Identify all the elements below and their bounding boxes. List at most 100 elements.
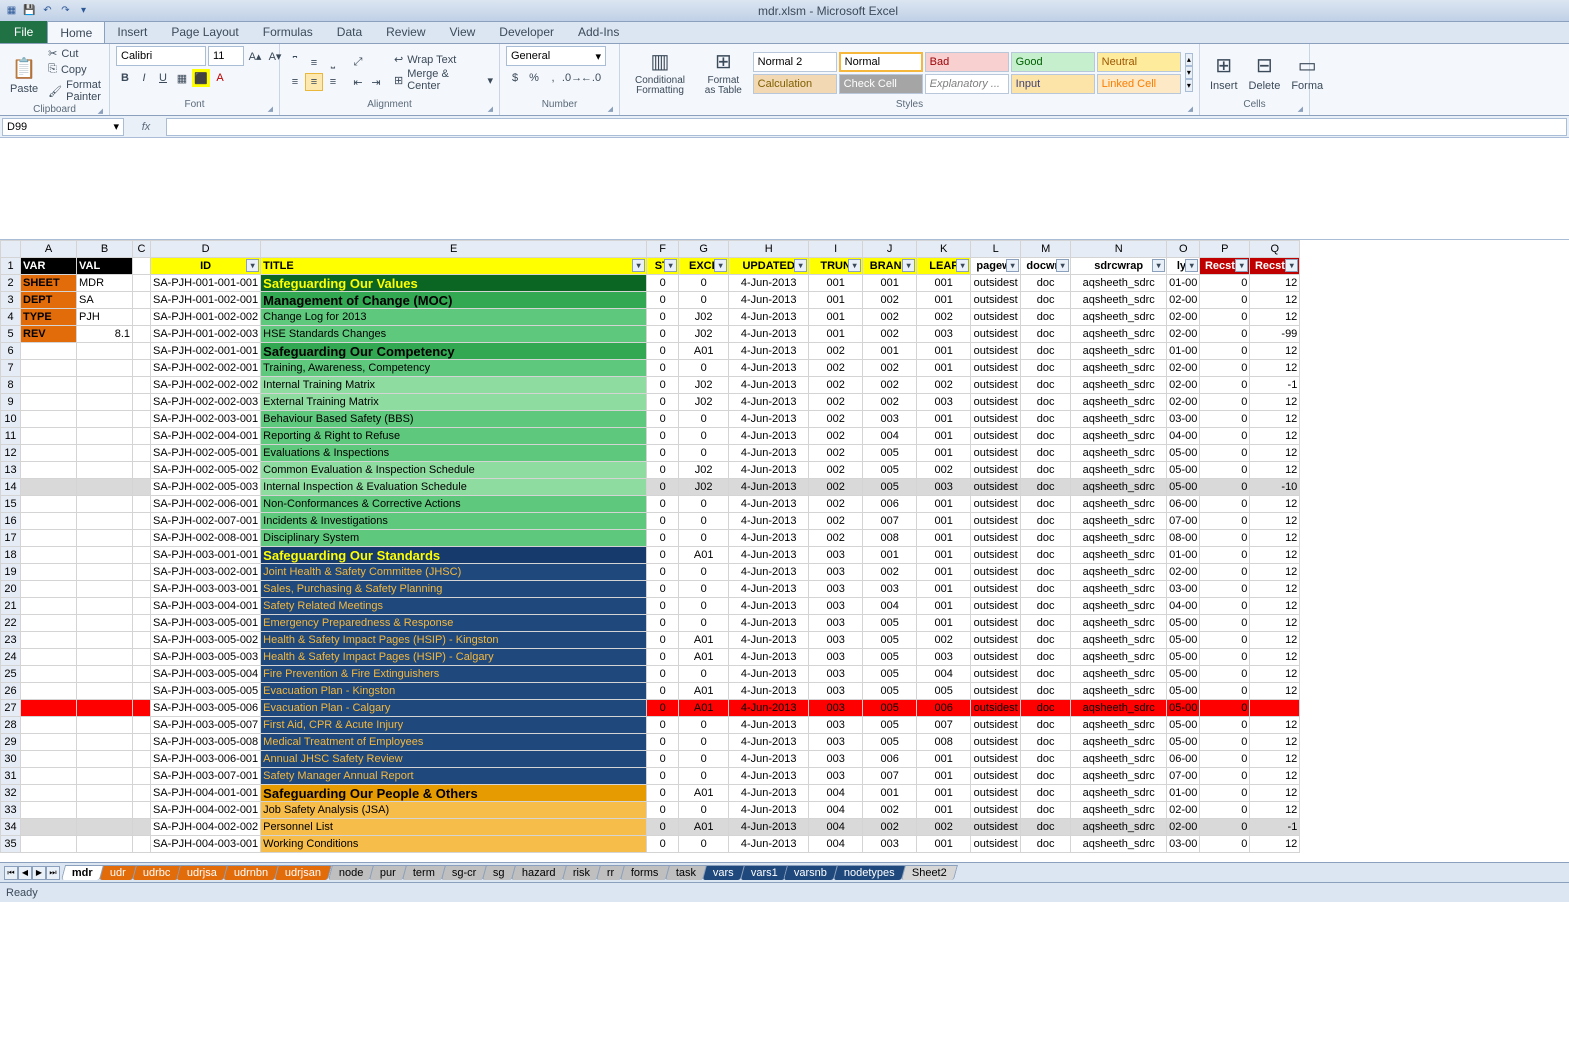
cell[interactable] [77,768,133,785]
cell[interactable]: 12 [1250,649,1300,666]
cell[interactable]: A01 [679,785,729,802]
cell[interactable] [21,360,77,377]
cell[interactable] [1250,700,1300,717]
cell[interactable]: 0 [1200,598,1250,615]
fx-icon[interactable]: fx [142,121,151,133]
cell[interactable]: 12 [1250,564,1300,581]
cell[interactable]: 002 [917,309,971,326]
cell[interactable] [133,343,151,360]
cell[interactable]: 001 [809,309,863,326]
cell[interactable]: doc [1021,394,1071,411]
cell[interactable]: A01 [679,700,729,717]
cell[interactable]: 0 [647,700,679,717]
cell[interactable]: Reporting & Right to Refuse [261,428,647,445]
cell[interactable] [77,496,133,513]
cell[interactable]: 0 [1200,581,1250,598]
cell[interactable] [77,360,133,377]
cell[interactable]: SA-PJH-003-005-002 [151,632,261,649]
cell[interactable]: 001 [863,343,917,360]
cell[interactable]: 001 [917,428,971,445]
cell[interactable] [133,751,151,768]
cell[interactable]: 0 [679,530,729,547]
cell[interactable]: 12 [1250,598,1300,615]
cell[interactable]: aqsheeth_sdrc [1071,836,1167,853]
style-input[interactable]: Input [1011,74,1095,94]
cell[interactable]: 05-00 [1167,666,1200,683]
cell[interactable]: 0 [647,428,679,445]
cell[interactable] [77,411,133,428]
cell[interactable] [77,785,133,802]
cell[interactable]: SA-PJH-003-004-001 [151,598,261,615]
cell[interactable]: Training, Awareness, Competency [261,360,647,377]
cell[interactable]: outsidest [971,734,1021,751]
cell[interactable]: 4-Jun-2013 [729,479,809,496]
cell[interactable]: SA [77,292,133,309]
cell[interactable]: 004 [863,598,917,615]
cell[interactable]: 004 [917,666,971,683]
cell[interactable]: 001 [917,496,971,513]
cell[interactable] [77,836,133,853]
cell[interactable]: SA-PJH-004-001-001 [151,785,261,802]
cell[interactable] [77,802,133,819]
cell[interactable]: 0 [1200,428,1250,445]
format-button[interactable]: ▭Forma [1287,51,1327,94]
cell[interactable]: outsidest [971,768,1021,785]
cell[interactable]: 8.1 [77,326,133,343]
cell[interactable]: Safeguarding Our Values [261,275,647,292]
cell[interactable]: 04-00 [1167,598,1200,615]
cell[interactable]: SA-PJH-003-005-003 [151,649,261,666]
col-header-F[interactable]: F [647,241,679,258]
filter-header[interactable]: EXCL▾ [679,258,729,275]
cell[interactable]: aqsheeth_sdrc [1071,326,1167,343]
cell[interactable]: 0 [647,785,679,802]
cell[interactable]: aqsheeth_sdrc [1071,377,1167,394]
cell[interactable]: doc [1021,819,1071,836]
cell[interactable]: 003 [917,649,971,666]
cell[interactable]: -99 [1250,326,1300,343]
cell[interactable]: 0 [647,564,679,581]
col-header-H[interactable]: H [729,241,809,258]
cell[interactable]: 0 [679,411,729,428]
conditional-formatting-button[interactable]: ▥Conditional Formatting [626,47,694,98]
cell[interactable]: 0 [1200,462,1250,479]
cell[interactable]: 0 [1200,785,1250,802]
cell[interactable] [133,292,151,309]
cell[interactable]: 001 [863,785,917,802]
cell[interactable]: 0 [679,751,729,768]
cell[interactable]: 002 [917,819,971,836]
align-top-button[interactable]: ⎴ [286,54,304,72]
cell[interactable]: 12 [1250,496,1300,513]
cell[interactable]: 001 [917,292,971,309]
cell[interactable] [21,462,77,479]
cell[interactable]: 0 [1200,819,1250,836]
cell[interactable]: outsidest [971,530,1021,547]
cell[interactable]: 0 [679,802,729,819]
cell[interactable]: 003 [809,734,863,751]
cell[interactable]: 002 [809,479,863,496]
cell[interactable] [133,666,151,683]
cell[interactable]: aqsheeth_sdrc [1071,581,1167,598]
cell[interactable] [21,445,77,462]
cell[interactable]: SHEET [21,275,77,292]
cell[interactable] [133,326,151,343]
cell[interactable]: aqsheeth_sdrc [1071,275,1167,292]
cell[interactable]: outsidest [971,819,1021,836]
cell[interactable] [21,343,77,360]
cell[interactable]: 0 [1200,717,1250,734]
style-calculation[interactable]: Calculation [753,74,837,94]
cell[interactable]: 4-Jun-2013 [729,615,809,632]
row-header[interactable]: 21 [1,598,21,615]
cell[interactable]: 0 [647,751,679,768]
cell[interactable]: aqsheeth_sdrc [1071,479,1167,496]
col-header-O[interactable]: O [1167,241,1200,258]
col-header-corner[interactable] [1,241,21,258]
row-header[interactable]: 26 [1,683,21,700]
row-header[interactable]: 23 [1,632,21,649]
filter-header[interactable]: UPDATED▾ [729,258,809,275]
cell[interactable]: Health & Safety Impact Pages (HSIP) - Ca… [261,649,647,666]
cell[interactable]: aqsheeth_sdrc [1071,683,1167,700]
cell[interactable]: 0 [647,598,679,615]
cell[interactable]: 003 [809,751,863,768]
tab-view[interactable]: View [438,21,488,43]
cell[interactable]: aqsheeth_sdrc [1071,343,1167,360]
